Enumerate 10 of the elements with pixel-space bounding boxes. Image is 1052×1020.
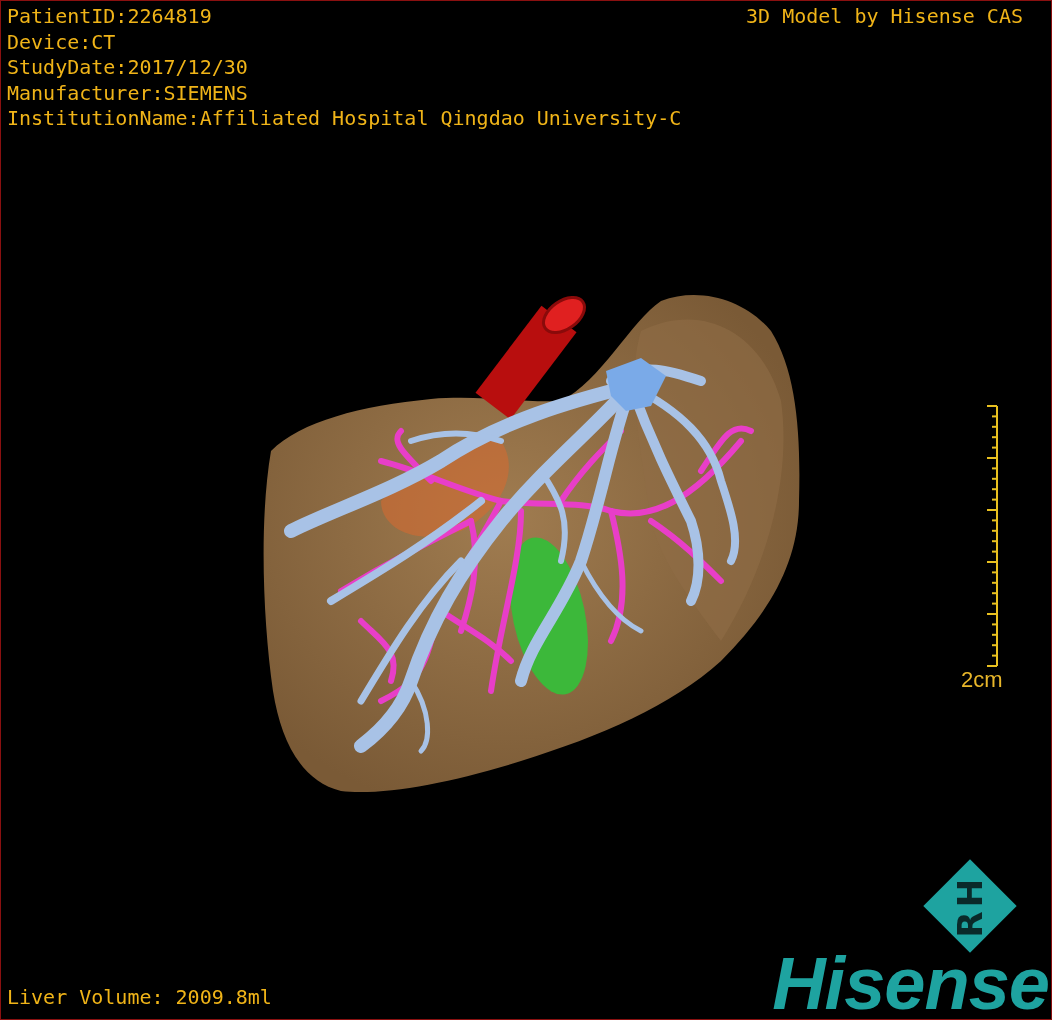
viewer-title: 3D Model by Hisense CAS xyxy=(746,4,1023,30)
study-info-line: PatientID:2264819 xyxy=(7,4,213,30)
liver-volume: Liver Volume: 2009.8ml xyxy=(7,985,272,1011)
study-info-line: Manufacturer:SIEMENS xyxy=(7,80,249,107)
study-info-line: StudyDate:2017/12/30 xyxy=(7,55,249,81)
study-info-line: Device:CT xyxy=(7,29,117,56)
brand-wordmark: Hisense xyxy=(772,953,1049,1015)
scale-label: 2cm xyxy=(961,667,1003,693)
study-info-line: InstitutionName:Affiliated Hospital Qingdao University-C xyxy=(7,106,682,132)
logo-letters: RH xyxy=(950,874,990,938)
